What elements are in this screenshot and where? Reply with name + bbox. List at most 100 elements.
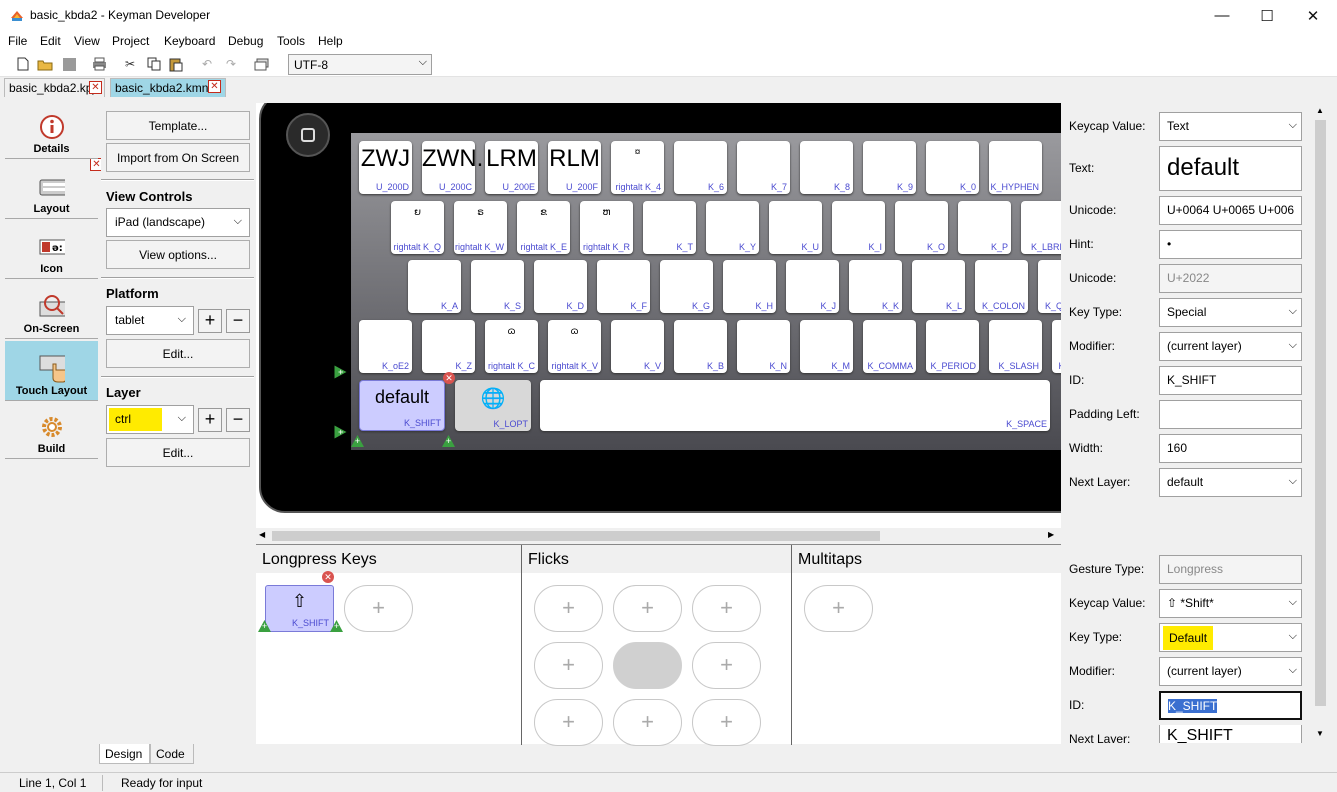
key[interactable]: K_B <box>674 320 727 373</box>
platform-edit-button[interactable]: Edit... <box>106 339 250 368</box>
menu-keyboard[interactable]: Keyboard <box>164 34 215 48</box>
key[interactable]: K_O <box>895 201 948 254</box>
maximize-button[interactable]: ☐ <box>1244 0 1290 31</box>
key[interactable]: K_COLON <box>975 260 1028 313</box>
print-icon[interactable] <box>90 55 108 73</box>
close-button[interactable]: ✕ <box>1290 0 1336 31</box>
key[interactable]: K_oE2 <box>359 320 412 373</box>
nav-onscreen[interactable]: On-Screen <box>5 283 98 339</box>
key[interactable]: K_N <box>737 320 790 373</box>
key[interactable]: K_D <box>534 260 587 313</box>
key[interactable]: default K_SHIFT <box>359 380 445 431</box>
menu-file[interactable]: File <box>8 34 27 48</box>
property-select[interactable]: (current layer) ⌵ <box>1159 657 1302 686</box>
flick-se-button[interactable]: + <box>692 699 761 746</box>
property-input[interactable]: • <box>1159 230 1302 259</box>
minimize-button[interactable]: — <box>1199 0 1245 31</box>
menu-debug[interactable]: Debug <box>228 34 263 48</box>
remove-platform-button[interactable]: − <box>226 309 250 333</box>
flick-sw-button[interactable]: + <box>534 699 603 746</box>
space-key[interactable]: K_SPACE <box>540 380 1050 431</box>
platform-select[interactable]: tablet ⌵ <box>106 306 194 335</box>
longpress-key[interactable]: ⇧ K_SHIFT <box>265 585 334 632</box>
key[interactable]: K_V <box>611 320 664 373</box>
horizontal-scroll-thumb[interactable] <box>272 531 880 541</box>
key[interactable]: K_H <box>723 260 776 313</box>
nav-details[interactable]: Details <box>5 103 98 159</box>
key[interactable]: ຂ rightalt K_E <box>517 201 570 254</box>
menu-tools[interactable]: Tools <box>277 34 305 48</box>
property-input[interactable]: U+0064 U+0065 U+006 <box>1159 196 1302 225</box>
key[interactable]: K_COMMA <box>863 320 916 373</box>
property-input[interactable]: default <box>1159 146 1302 191</box>
key[interactable]: ຣ rightalt K_W <box>454 201 507 254</box>
property-select[interactable]: ⇧ *Shift* ⌵ <box>1159 589 1302 618</box>
paste-icon[interactable] <box>167 55 185 73</box>
flick-w-button[interactable]: + <box>534 642 603 689</box>
property-input[interactable]: K_SHIFT <box>1159 691 1302 720</box>
add-longpress-button[interactable]: + <box>344 585 413 632</box>
key[interactable]: K_S <box>471 260 524 313</box>
key[interactable]: ຫ rightalt K_R <box>580 201 633 254</box>
menu-project[interactable]: Project <box>112 34 149 48</box>
key[interactable]: K_LBRKT <box>1021 201 1061 254</box>
key[interactable]: K_J <box>786 260 839 313</box>
close-tab-icon[interactable]: ✕ <box>208 80 221 93</box>
property-input[interactable]: Longpress <box>1159 555 1302 584</box>
key[interactable]: K_SLASH <box>989 320 1042 373</box>
layer-edit-button[interactable]: Edit... <box>106 438 250 467</box>
property-select[interactable]: Special ⌵ <box>1159 298 1302 327</box>
key[interactable]: K_Z <box>422 320 475 373</box>
key[interactable]: 🌐 K_LOPT <box>455 380 531 431</box>
key[interactable]: K_QUOTE <box>1038 260 1061 313</box>
nav-icon[interactable]: ə: Icon <box>5 223 98 279</box>
view-options-button[interactable]: View options... <box>106 240 250 269</box>
key[interactable]: K_A <box>408 260 461 313</box>
key[interactable]: RLM U_200F <box>548 141 601 194</box>
tab-code[interactable]: Code <box>150 744 194 764</box>
property-select[interactable]: Default ⌵ <box>1159 623 1302 652</box>
close-tab-icon[interactable]: ✕ <box>89 81 102 94</box>
property-select[interactable]: Text ⌵ <box>1159 112 1302 141</box>
key[interactable]: ɷ rightalt K_C <box>485 320 538 373</box>
add-platform-button[interactable]: + <box>198 309 222 333</box>
key[interactable]: K_P <box>958 201 1011 254</box>
property-input[interactable]: 160 <box>1159 434 1302 463</box>
property-select[interactable]: (current layer) ⌵ <box>1159 332 1302 361</box>
key[interactable]: K_T <box>643 201 696 254</box>
copy-icon[interactable] <box>145 55 163 73</box>
menu-edit[interactable]: Edit <box>40 34 61 48</box>
nav-build[interactable]: Build <box>5 403 98 459</box>
menu-help[interactable]: Help <box>318 34 343 48</box>
key[interactable]: ɷ rightalt K_V <box>548 320 601 373</box>
scroll-left-icon[interactable]: ◀ <box>259 530 265 539</box>
open-folder-icon[interactable] <box>36 55 54 73</box>
key[interactable]: K_9 <box>863 141 916 194</box>
key[interactable]: K_L <box>912 260 965 313</box>
undo-icon[interactable]: ↶ <box>198 55 216 73</box>
add-multitap-button[interactable]: + <box>804 585 873 632</box>
key[interactable]: ¤ rightalt K_4 <box>611 141 664 194</box>
cut-icon[interactable]: ✂ <box>121 55 139 73</box>
flick-e-button[interactable]: + <box>692 642 761 689</box>
import-button[interactable]: Import from On Screen <box>106 143 250 172</box>
flick-nw-button[interactable]: + <box>534 585 603 632</box>
key[interactable]: LRM U_200E <box>485 141 538 194</box>
encoding-select[interactable]: UTF-8 ⌵ <box>288 54 432 75</box>
key[interactable]: K_6 <box>674 141 727 194</box>
key[interactable]: K_M <box>800 320 853 373</box>
key[interactable]: K_K <box>849 260 902 313</box>
key[interactable]: K_RSHIFT <box>1052 320 1061 373</box>
delete-key-icon[interactable]: ✕ <box>322 571 334 583</box>
add-layer-button[interactable]: + <box>198 408 222 432</box>
key[interactable]: K_PERIOD <box>926 320 979 373</box>
key[interactable]: K_F <box>597 260 650 313</box>
key[interactable]: ZWN. U_200C <box>422 141 483 194</box>
nav-layout[interactable]: Layout <box>5 163 98 219</box>
vertical-scroll-thumb[interactable] <box>1315 120 1326 706</box>
flick-n-button[interactable]: + <box>613 585 682 632</box>
key[interactable]: K_G <box>660 260 713 313</box>
template-button[interactable]: Template... <box>106 111 250 140</box>
scroll-up-icon[interactable]: ▲ <box>1316 106 1324 115</box>
key[interactable]: K_7 <box>737 141 790 194</box>
